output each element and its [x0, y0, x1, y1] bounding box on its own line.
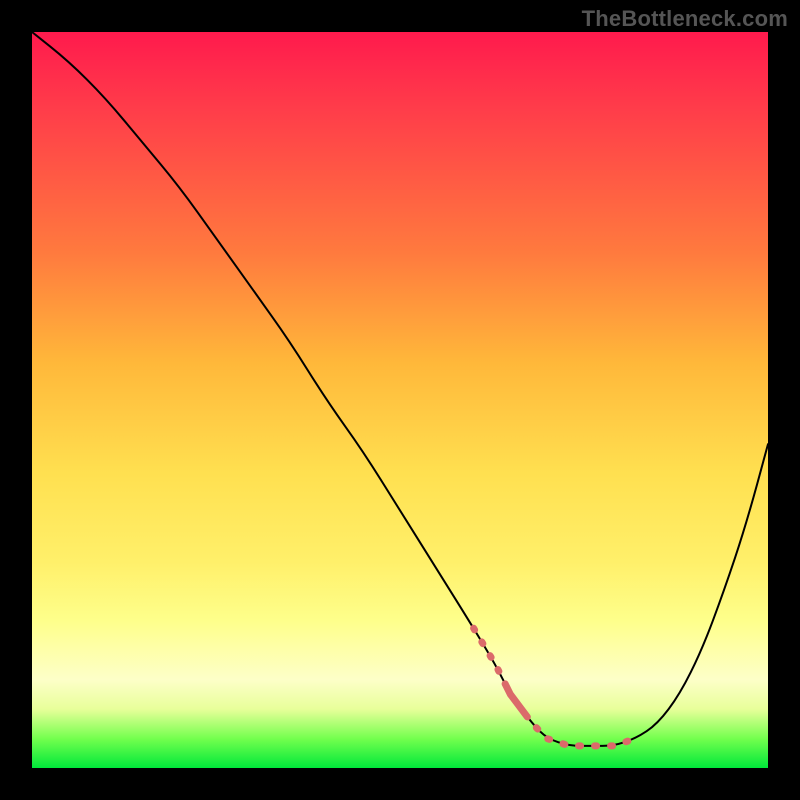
chart-frame: TheBottleneck.com [0, 0, 800, 800]
curve-svg [32, 32, 768, 768]
watermark-text: TheBottleneck.com [582, 6, 788, 32]
plot-area [32, 32, 768, 768]
bottleneck-curve [32, 32, 768, 746]
trough-markers [474, 628, 636, 746]
